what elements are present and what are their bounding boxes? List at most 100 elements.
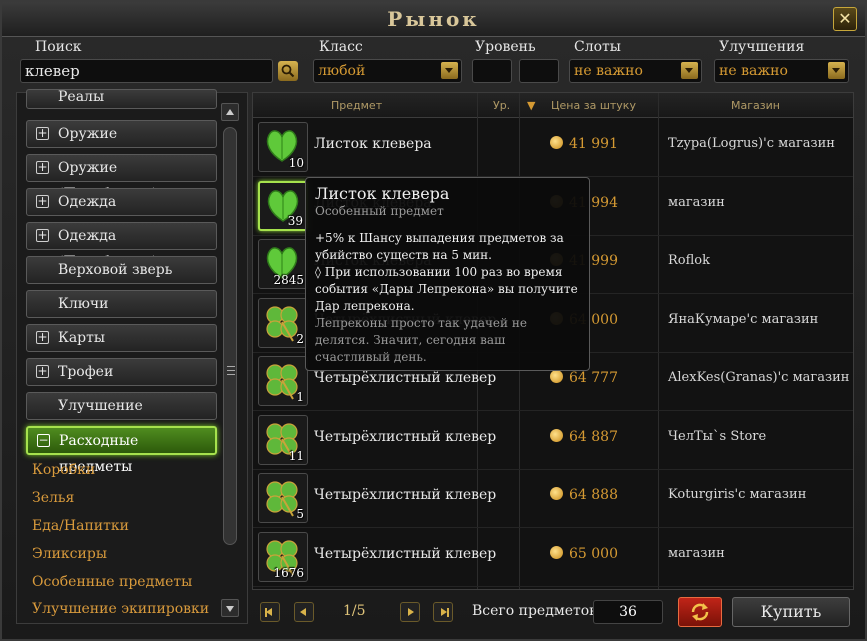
item-quantity: 11 (288, 448, 304, 463)
refresh-button[interactable] (678, 597, 722, 627)
search-input[interactable]: клевер (20, 59, 273, 83)
class-select[interactable]: любой (313, 59, 462, 83)
shop-name[interactable]: магазин (668, 195, 725, 210)
shop-name[interactable]: магазин (668, 546, 725, 561)
table-row[interactable]: 11 Четырёхлистный клевер 64 887 ЧелТы`s Sto… (253, 411, 853, 470)
upgrades-value: не важно (719, 63, 788, 79)
level-min-input[interactable] (472, 59, 512, 83)
category-item-upgrade[interactable]: Улучшение предметов (26, 392, 217, 440)
page-indicator: 1/5 (343, 603, 366, 619)
next-page-button[interactable] (400, 602, 420, 622)
price-value: 65 000 (569, 545, 618, 562)
expand-plus-icon: + (36, 160, 49, 174)
header-price[interactable]: Цена за штуку (551, 99, 636, 112)
search-label: Поиск (35, 39, 82, 55)
gold-coin-icon (550, 428, 563, 442)
header-shop[interactable]: Магазин (731, 99, 780, 112)
shop-name[interactable]: Koturgiris'с магазин (668, 487, 806, 502)
last-page-button[interactable] (433, 602, 453, 622)
category-cards[interactable]: + Карты (26, 324, 217, 352)
category-weapons[interactable]: + Оружие (26, 120, 217, 148)
gold-coin-icon (550, 487, 563, 500)
buy-button[interactable]: Купить (732, 597, 850, 627)
item-price: 64 888 (550, 487, 618, 503)
item-quantity: 1 (296, 390, 304, 404)
item-quantity: 2845 (273, 273, 304, 287)
expand-plus-icon: + (36, 126, 49, 140)
item-icon[interactable]: 2845 (258, 239, 308, 289)
scroll-down-arrow-icon[interactable] (221, 599, 239, 617)
subcategory-potions[interactable]: Зелья (32, 490, 74, 506)
item-name: Четырёхлистный клевер (314, 428, 497, 445)
total-items-label: Всего предметов (472, 603, 598, 619)
item-quantity: 10 (288, 156, 304, 170)
item-price: 41 991 (550, 136, 618, 152)
header-level[interactable]: Ур. (493, 99, 510, 112)
shop-name[interactable]: AlexKes(Granas)'с магазин (668, 370, 849, 385)
tooltip-effect: +5% к Шансу выпадения предметов за убийс… (315, 231, 564, 262)
prev-page-button[interactable] (294, 602, 314, 622)
search-button[interactable] (278, 61, 298, 81)
item-name: Четырёхлистный клевер (314, 545, 497, 562)
item-icon[interactable]: 1676 (258, 531, 308, 582)
tooltip-subtitle: Особенный предмет (315, 204, 444, 218)
item-icon[interactable]: 10 (258, 122, 308, 172)
tooltip-bonus: ◊ При использовании 100 раз во время соб… (315, 265, 578, 313)
shop-name[interactable]: Tzypa(Logrus)'с магазин (668, 136, 835, 151)
close-button[interactable]: ✕ (833, 7, 857, 31)
sidebar-scrollbar[interactable] (221, 99, 239, 619)
chevron-down-icon (828, 62, 845, 79)
table-row[interactable]: 10 Листок клевера 41 991 Tzypa(Logrus)'с ма… (253, 118, 853, 177)
header-item[interactable]: Предмет (331, 99, 382, 112)
expand-plus-icon: + (36, 330, 49, 344)
table-row[interactable]: 5 Четырёхлистный клевер 64 888 Koturgiris'с… (253, 469, 853, 528)
item-icon[interactable]: 39 (258, 180, 308, 231)
item-icon[interactable]: 2 (258, 297, 308, 348)
category-mounts[interactable]: Верховой зверь (26, 256, 217, 284)
class-value: любой (318, 63, 366, 79)
first-page-button[interactable] (260, 602, 280, 622)
scroll-thumb[interactable] (223, 127, 237, 545)
item-price: 65 000 (550, 545, 618, 562)
scroll-up-arrow-icon[interactable] (221, 103, 239, 121)
shop-name[interactable]: ЯнаКумаре'с магазин (668, 312, 818, 327)
subcategory-gear-upgrade[interactable]: Улучшение экипировки (32, 601, 209, 617)
slots-select[interactable]: не важно (569, 59, 702, 83)
tooltip-title: Листок клевера (315, 184, 450, 203)
sort-desc-icon[interactable]: ▼ (527, 99, 535, 112)
chevron-down-icon (681, 62, 698, 79)
title-bar: Рынок ✕ (2, 2, 865, 37)
collapse-minus-icon: − (37, 433, 50, 447)
item-price: 64 887 (550, 428, 618, 445)
shop-name[interactable]: Roflok (668, 253, 710, 268)
shop-name[interactable]: ЧелТы`s Store (668, 429, 766, 444)
category-real[interactable]: Реалы (26, 89, 217, 109)
item-price: 64 777 (550, 370, 618, 386)
category-consumables[interactable]: − Расходные предметы (26, 426, 217, 475)
category-clothes[interactable]: + Одежда (26, 188, 217, 216)
grip-icon (227, 366, 235, 375)
category-weapons-transform[interactable]: + Оружие (Преобразец) (26, 154, 217, 202)
item-icon[interactable]: 5 (258, 473, 308, 523)
tooltip-flavor: Лепреконы просто так удачей не делятся. … (315, 316, 527, 364)
subcategory-elixirs[interactable]: Эликсиры (32, 546, 107, 562)
market-window: Рынок ✕ Поиск клевер Класс любой Уровень… (0, 0, 867, 641)
subcategory-boxes[interactable]: Коробки (32, 462, 95, 478)
upgrades-select[interactable]: не важно (714, 59, 849, 83)
table-row[interactable]: 1676 Четырёхлистный клевер 65 000 магазин (253, 528, 853, 587)
category-trophies[interactable]: + Трофеи (26, 358, 217, 386)
category-clothes-transform[interactable]: + Одежда (Преобразец) (26, 222, 217, 270)
item-quantity: 5 (296, 507, 304, 521)
subcategory-special-items[interactable]: Особенные предметы (32, 574, 192, 590)
item-icon[interactable]: 1 (258, 356, 308, 406)
item-icon[interactable]: 11 (258, 414, 308, 465)
item-name: Листок клевера (314, 136, 432, 152)
price-value: 64 887 (569, 428, 618, 445)
category-keys[interactable]: Ключи (26, 290, 217, 318)
level-max-input[interactable] (519, 59, 559, 83)
upgrades-label: Улучшения (719, 39, 805, 55)
subcategory-food[interactable]: Еда/Напитки (32, 518, 129, 534)
total-items-value: 36 (593, 600, 663, 624)
slots-value: не важно (574, 63, 643, 79)
price-value: 64 777 (569, 370, 618, 386)
